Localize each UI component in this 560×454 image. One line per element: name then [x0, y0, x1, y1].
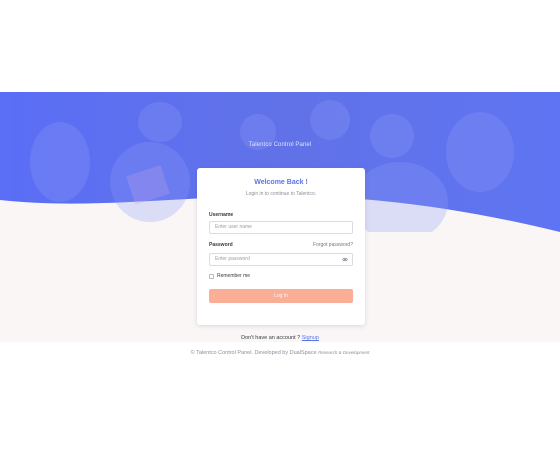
footer-text: © Talentco Control Panel. Developed by D…: [190, 350, 317, 356]
username-label: Username: [209, 212, 234, 218]
card-title: Welcome Back !: [254, 179, 308, 186]
username-placeholder: Enter user name: [215, 224, 252, 230]
hero-title: Talentco Control Panel: [248, 142, 312, 148]
signup-prompt-line: Don't have an account ? Signup: [0, 335, 560, 341]
remember-me-label: Remember me: [217, 273, 251, 279]
username-input[interactable]: Enter user name: [209, 221, 353, 234]
forgot-password-link[interactable]: Forgot password?: [313, 242, 353, 248]
password-input[interactable]: Enter password: [209, 253, 353, 266]
remember-me[interactable]: Remember me: [209, 273, 250, 279]
footer: © Talentco Control Panel. Developed by D…: [0, 350, 560, 356]
password-label: Password: [209, 242, 233, 248]
footer-company-suffix: Research & Development: [318, 350, 370, 355]
login-card: Welcome Back ! Login in to continue to T…: [197, 168, 365, 325]
eye-icon[interactable]: [342, 257, 348, 262]
password-placeholder: Enter password: [215, 256, 250, 262]
signup-prompt: Don't have an account ?: [241, 335, 301, 341]
login-button[interactable]: Log In: [209, 289, 353, 303]
card-subtitle: Login in to continue to Talentco.: [245, 191, 317, 197]
remember-me-checkbox[interactable]: [209, 273, 214, 279]
signup-link[interactable]: Signup: [302, 335, 319, 341]
